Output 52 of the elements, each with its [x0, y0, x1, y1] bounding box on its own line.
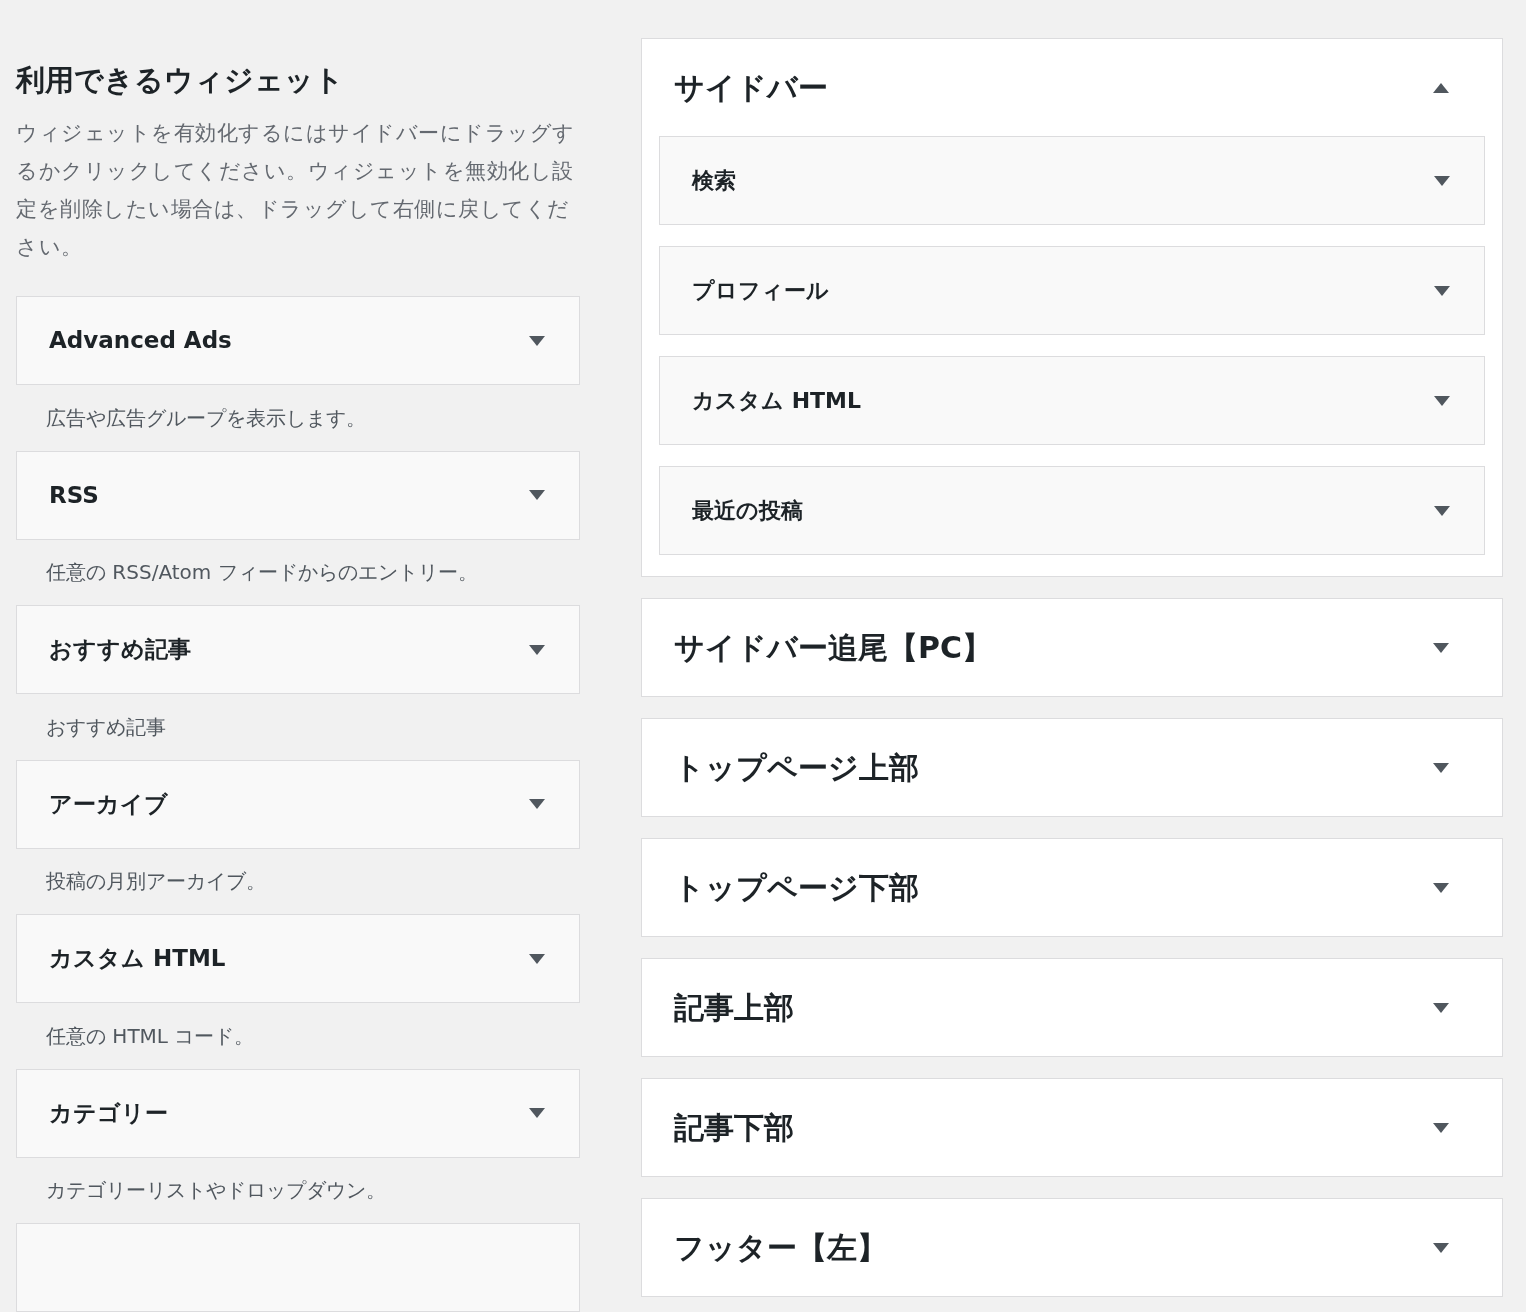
sidebar-title[interactable]: サイドバー [674, 65, 828, 110]
widget-card[interactable]: おすすめ記事 [16, 605, 580, 694]
widget-name: カスタム HTML [692, 387, 861, 415]
widget-name: RSS [49, 480, 99, 510]
expand-arrow-icon[interactable] [529, 953, 545, 964]
widget-card[interactable]: カテゴリー [16, 1068, 580, 1158]
widget-card[interactable]: アーカイブ [16, 759, 580, 849]
expand-arrow-icon[interactable] [1434, 395, 1450, 406]
widget-name: カテゴリー [49, 1098, 168, 1128]
expand-arrow-icon[interactable] [1433, 1242, 1449, 1253]
sidebar-title[interactable]: 記事上部 [674, 985, 794, 1030]
sidebar-title[interactable]: サイドバー追尾【PC】 [674, 625, 992, 670]
instructions-text: ウィジェットを有効化するにはサイドバーにドラッグするかクリックしてください。ウィジェットを無効化し設定を削除したい場合は、ドラッグして右側に戻してください。 [16, 120, 576, 261]
widget-description: 任意の HTML コード。 [45, 1022, 256, 1050]
widget-description: 投稿の月別アーカイブ。 [45, 868, 267, 896]
expand-arrow-icon[interactable] [529, 799, 545, 809]
expand-arrow-icon[interactable] [1434, 285, 1450, 296]
expand-arrow-icon[interactable] [1433, 762, 1449, 773]
section-title: 利用できるウィジェット [16, 62, 345, 98]
sidebar-title[interactable]: 記事下部 [674, 1105, 794, 1150]
widget-name: カスタム HTML [49, 944, 226, 974]
widget-card[interactable]: 最近の投稿 [659, 466, 1485, 555]
expand-arrow-icon[interactable] [1434, 175, 1450, 186]
collapse-arrow-icon[interactable] [1433, 82, 1449, 93]
widget-card[interactable]: カスタム HTML [16, 914, 580, 1003]
expand-arrow-icon[interactable] [529, 644, 545, 655]
widget-card[interactable]: プロフィール [659, 246, 1485, 335]
widget-card[interactable]: Advanced Ads [16, 296, 580, 385]
expand-arrow-icon[interactable] [529, 335, 545, 346]
widget-card[interactable]: RSS [16, 450, 580, 540]
sidebar-title[interactable]: トップページ下部 [674, 865, 919, 910]
widget-name: 検索 [692, 167, 736, 195]
expand-arrow-icon[interactable] [1434, 505, 1450, 516]
expand-arrow-icon[interactable] [1433, 1002, 1449, 1013]
widget-name: Advanced Ads [49, 326, 232, 356]
expand-arrow-icon[interactable] [529, 1108, 545, 1118]
expand-arrow-icon[interactable] [529, 490, 545, 500]
expand-arrow-icon[interactable] [1433, 1122, 1449, 1133]
widget-description: 任意の RSS/Atom フィードからのエントリー。 [45, 559, 479, 587]
widget-description: カテゴリーリストやドロップダウン。 [45, 1177, 387, 1205]
expand-arrow-icon[interactable] [1433, 882, 1449, 893]
sidebar-title[interactable]: フッター【左】 [674, 1225, 887, 1270]
widget-name: 最近の投稿 [692, 497, 803, 525]
widget-description: 広告や広告グループを表示します。 [45, 404, 367, 432]
widget-description: おすすめ記事 [45, 713, 167, 741]
expand-arrow-icon[interactable] [1433, 642, 1449, 653]
widget-name: おすすめ記事 [49, 635, 191, 665]
widget-name: プロフィール [692, 277, 829, 305]
widget-card[interactable]: カスタム HTML [659, 356, 1485, 445]
widget-name: アーカイブ [49, 789, 168, 819]
widget-card[interactable]: 検索 [659, 136, 1485, 225]
sidebar-title[interactable]: トップページ上部 [674, 745, 919, 790]
